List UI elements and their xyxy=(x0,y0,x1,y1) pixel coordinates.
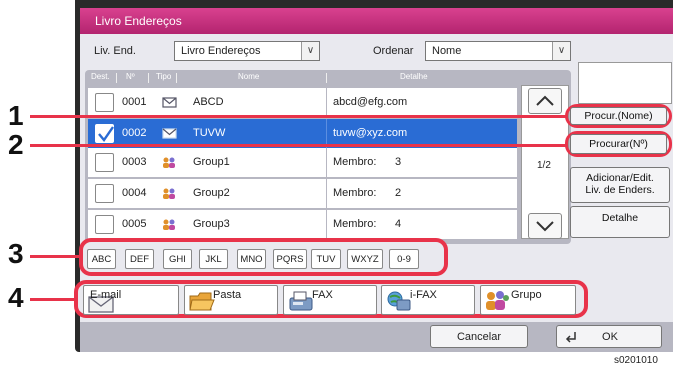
side-blank-box xyxy=(578,62,672,104)
row-name: Group2 xyxy=(193,187,230,199)
sort-label: Ordenar xyxy=(373,45,414,57)
email-button[interactable]: E-mail xyxy=(83,285,179,315)
table-row[interactable]: 0003 Group1 Membro: 3 xyxy=(88,148,517,177)
detail-button[interactable]: Detalhe xyxy=(570,206,670,238)
address-book-select-value: Livro Endereços xyxy=(181,45,261,57)
chevron-down-icon: ∨ xyxy=(552,42,570,60)
add-edit-line1: Adicionar/Edit. xyxy=(586,172,654,184)
row-detail: tuvw@xyz.com xyxy=(333,127,408,139)
row-member-count: 4 xyxy=(395,218,402,230)
row-checkbox[interactable] xyxy=(95,93,114,112)
address-book-label: Liv. End. xyxy=(94,45,136,57)
add-edit-line2: Liv. de Enders. xyxy=(585,184,655,196)
letter-button-tuv[interactable]: TUV xyxy=(311,249,341,269)
callout-line-2 xyxy=(30,144,568,147)
row-detail: Membro: xyxy=(333,218,377,230)
page-indicator: 1/2 xyxy=(537,160,551,171)
scroll-down-button[interactable] xyxy=(528,213,562,239)
callout-number-3: 3 xyxy=(8,238,24,269)
callout-number-4: 4 xyxy=(8,282,24,313)
row-name: Group1 xyxy=(193,156,230,168)
figure-code: s0201010 xyxy=(614,355,658,366)
row-name: TUVW xyxy=(193,127,226,139)
row-checkbox[interactable] xyxy=(95,124,114,143)
fax-button-label: FAX xyxy=(312,289,333,301)
column-name: Nome xyxy=(238,72,260,81)
letter-button-0-9[interactable]: 0-9 xyxy=(389,249,419,269)
add-edit-address-book-button[interactable]: Adicionar/Edit. Liv. de Enders. xyxy=(570,167,670,203)
folder-button-label: Pasta xyxy=(213,289,242,301)
ifax-icon xyxy=(387,291,411,311)
row-name: Group3 xyxy=(193,218,230,230)
row-number: 0001 xyxy=(122,96,147,108)
callout-number-1: 1 xyxy=(8,100,24,131)
sort-select[interactable]: Nome ∨ xyxy=(425,41,571,61)
row-number: 0003 xyxy=(122,156,147,168)
group-icon xyxy=(163,188,175,199)
row-checkbox[interactable] xyxy=(95,215,114,234)
address-book-select[interactable]: Livro Endereços ∨ xyxy=(174,41,320,61)
callout-line-3 xyxy=(30,255,82,258)
ok-button[interactable]: OK xyxy=(556,325,662,348)
cancel-button[interactable]: Cancelar xyxy=(430,325,528,348)
table-row[interactable]: 0005 Group3 Membro: 4 xyxy=(88,210,517,239)
callout-line-4 xyxy=(30,298,77,301)
column-type: Tipo xyxy=(156,72,172,81)
row-number: 0004 xyxy=(122,187,147,199)
table-row[interactable]: 0004 Group2 Membro: 2 xyxy=(88,179,517,208)
chevron-down-icon: ∨ xyxy=(301,42,319,60)
fax-button[interactable]: FAX xyxy=(283,285,377,315)
row-detail: Membro: xyxy=(333,187,377,199)
letter-button-abc[interactable]: ABC xyxy=(87,249,116,269)
row-member-count: 3 xyxy=(395,156,402,168)
row-checkbox[interactable] xyxy=(95,153,114,172)
callout-line-1 xyxy=(30,115,568,118)
callout-number-2: 2 xyxy=(8,129,24,160)
column-dest: Dest. xyxy=(91,72,110,81)
ok-button-label: OK xyxy=(602,331,618,343)
scroll-up-button[interactable] xyxy=(528,88,562,114)
group-icon xyxy=(163,157,175,168)
letter-button-ghi[interactable]: GHI xyxy=(163,249,192,269)
row-number: 0002 xyxy=(122,127,147,139)
group-button[interactable]: Grupo xyxy=(480,285,576,315)
column-number: Nº xyxy=(126,72,135,81)
chevron-up-icon xyxy=(536,95,554,106)
letter-button-wxyz[interactable]: WXYZ xyxy=(347,249,383,269)
ifax-button-label: i-FAX xyxy=(410,289,437,301)
folder-button[interactable]: Pasta xyxy=(184,285,278,315)
letter-button-pqrs[interactable]: PQRS xyxy=(273,249,307,269)
table-row[interactable]: 0001 ABCD abcd@efg.com xyxy=(88,88,517,117)
search-name-button[interactable]: Procur.(Nome) xyxy=(570,107,667,125)
row-name: ABCD xyxy=(193,96,224,108)
group-icon xyxy=(163,219,175,230)
checkmark-icon xyxy=(98,126,114,142)
group-button-label: Grupo xyxy=(511,289,542,301)
row-checkbox[interactable] xyxy=(95,184,114,203)
email-icon xyxy=(162,97,177,108)
row-member-count: 2 xyxy=(395,187,402,199)
chevron-down-icon xyxy=(536,221,554,232)
list-header: Dest. Nº Tipo Nome Detalhe xyxy=(88,72,517,84)
folder-icon xyxy=(189,292,215,311)
group-icon xyxy=(486,291,509,310)
ifax-button[interactable]: i-FAX xyxy=(381,285,475,315)
letter-button-jkl[interactable]: JKL xyxy=(199,249,228,269)
window-title: Livro Endereços xyxy=(80,8,673,34)
row-number: 0005 xyxy=(122,218,147,230)
search-number-button[interactable]: Procurar(Nº) xyxy=(570,134,667,154)
row-detail: abcd@efg.com xyxy=(333,96,408,108)
email-icon xyxy=(162,128,177,139)
sort-select-value: Nome xyxy=(432,45,462,57)
column-detail: Detalhe xyxy=(400,72,428,81)
row-detail: Membro: xyxy=(333,156,377,168)
letter-button-mno[interactable]: MNO xyxy=(237,249,266,269)
email-button-label: E-mail xyxy=(90,289,122,301)
letter-button-def[interactable]: DEF xyxy=(125,249,154,269)
fax-icon xyxy=(289,291,313,311)
